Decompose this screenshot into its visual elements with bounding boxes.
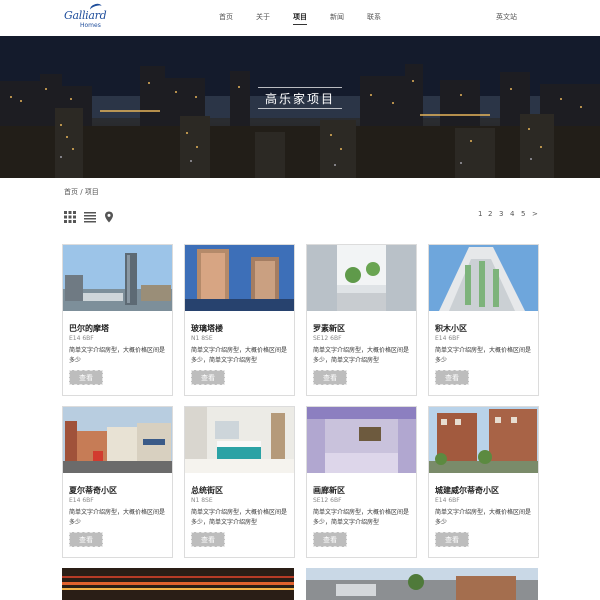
project-card-photo-partial[interactable] <box>306 568 538 600</box>
project-description: 简单文字介绍房型，大概价格区间是多少 <box>69 509 166 526</box>
project-description: 简单文字介绍房型，大概价格区间是多少 <box>69 347 166 364</box>
project-photo[interactable] <box>307 407 416 473</box>
project-name[interactable]: 总统街区 <box>191 485 223 496</box>
project-description: 简单文字介绍房型，大概价格区间是多少 <box>435 347 532 364</box>
project-card-photo-partial[interactable] <box>62 568 294 600</box>
view-button[interactable]: 查看 <box>313 370 347 385</box>
project-card[interactable]: 积木小区 E14 6BF 简单文字介绍房型，大概价格区间是多少 查看 <box>428 244 539 396</box>
project-postcode: N1 8SE <box>191 335 213 342</box>
map-view-icon[interactable] <box>103 208 115 223</box>
project-name[interactable]: 玻璃塔楼 <box>191 323 223 334</box>
logo-subtitle: Homes <box>80 22 101 29</box>
project-photo[interactable] <box>63 245 172 311</box>
project-name[interactable]: 积木小区 <box>435 323 467 334</box>
view-button[interactable]: 查看 <box>69 370 103 385</box>
project-description: 简单文字介绍房型，大概价格区间是多少，简单文字介绍房型 <box>313 509 410 526</box>
nav-item-home[interactable]: 首页 <box>219 12 233 22</box>
view-button[interactable]: 查看 <box>435 370 469 385</box>
project-postcode: E14 6BF <box>435 335 460 342</box>
project-name[interactable]: 巴尔的摩塔 <box>69 323 109 334</box>
view-button[interactable]: 查看 <box>435 532 469 547</box>
project-photo[interactable] <box>429 245 538 311</box>
project-postcode: SE12 6BF <box>313 335 342 342</box>
view-button[interactable]: 查看 <box>191 532 225 547</box>
page-link-3[interactable]: 3 <box>499 210 503 218</box>
project-photo[interactable] <box>185 407 294 473</box>
project-description: 简单文字介绍房型，大概价格区间是多少，简单文字介绍房型 <box>191 509 288 526</box>
project-card[interactable]: 画廊新区 SE12 6BF 简单文字介绍房型，大概价格区间是多少，简单文字介绍房… <box>306 406 417 558</box>
site-header: Galliard Homes 首页 关于 项目 新闻 联系 英文站 <box>0 0 600 36</box>
project-card[interactable]: 城建威尔蒂奇小区 E14 6BF 简单文字介绍房型，大概价格区间是多少 查看 <box>428 406 539 558</box>
logo-wordmark: Galliard <box>64 9 107 22</box>
city-night-skyline-image <box>0 36 600 178</box>
project-postcode: N1 8SE <box>191 497 213 504</box>
project-card[interactable]: 罗素新区 SE12 6BF 简单文字介绍房型，大概价格区间是多少，简单文字介绍房… <box>306 244 417 396</box>
project-card[interactable]: 总统街区 N1 8SE 简单文字介绍房型，大概价格区间是多少，简单文字介绍房型 … <box>184 406 295 558</box>
project-description: 简单文字介绍房型，大概价格区间是多少，简单文字介绍房型 <box>313 347 410 364</box>
project-photo[interactable] <box>307 245 416 311</box>
project-description: 简单文字介绍房型，大概价格区间是多少，简单文字介绍房型 <box>191 347 288 364</box>
next-page-link[interactable]: > <box>532 210 538 218</box>
page-link-4[interactable]: 4 <box>510 210 514 218</box>
project-photo[interactable] <box>63 407 172 473</box>
project-description: 简单文字介绍房型，大概价格区间是多少 <box>435 509 532 526</box>
project-postcode: SE12 6BF <box>313 497 342 504</box>
page-link-1[interactable]: 1 <box>478 210 482 218</box>
grid-view-icon[interactable] <box>64 208 76 223</box>
project-postcode: E14 6BF <box>435 497 460 504</box>
project-card[interactable]: 夏尔蒂奇小区 E14 6BF 简单文字介绍房型，大概价格区间是多少 查看 <box>62 406 173 558</box>
project-postcode: E14 6BF <box>69 335 94 342</box>
project-name[interactable]: 夏尔蒂奇小区 <box>69 485 117 496</box>
project-name[interactable]: 画廊新区 <box>313 485 345 496</box>
language-switch-link[interactable]: 英文站 <box>496 12 517 22</box>
banner-rule-bottom <box>258 108 342 109</box>
nav-item-news[interactable]: 新闻 <box>330 12 344 22</box>
project-photo[interactable] <box>429 407 538 473</box>
list-view-icon[interactable] <box>84 208 96 223</box>
galliard-logo[interactable]: Galliard Homes <box>64 2 107 32</box>
banner-rule-top <box>258 87 342 88</box>
view-button[interactable]: 查看 <box>69 532 103 547</box>
banner-title: 高乐家项目 <box>264 92 335 106</box>
project-postcode: E14 6BF <box>69 497 94 504</box>
nav-item-projects[interactable]: 项目 <box>293 12 307 25</box>
project-photo[interactable] <box>185 245 294 311</box>
project-name[interactable]: 罗素新区 <box>313 323 345 334</box>
view-button[interactable]: 查看 <box>191 370 225 385</box>
project-card[interactable]: 玻璃塔楼 N1 8SE 简单文字介绍房型，大概价格区间是多少，简单文字介绍房型 … <box>184 244 295 396</box>
view-button[interactable]: 查看 <box>313 532 347 547</box>
hero-banner: 高乐家项目 <box>0 36 600 178</box>
breadcrumb[interactable]: 首页 / 项目 <box>64 187 99 197</box>
page-link-2[interactable]: 2 <box>488 210 492 218</box>
project-card[interactable]: 巴尔的摩塔 E14 6BF 简单文字介绍房型，大概价格区间是多少 查看 <box>62 244 173 396</box>
nav-item-about[interactable]: 关于 <box>256 12 270 22</box>
project-name[interactable]: 城建威尔蒂奇小区 <box>435 485 499 496</box>
nav-item-contact[interactable]: 联系 <box>367 12 381 22</box>
page-link-5[interactable]: 5 <box>521 210 525 218</box>
